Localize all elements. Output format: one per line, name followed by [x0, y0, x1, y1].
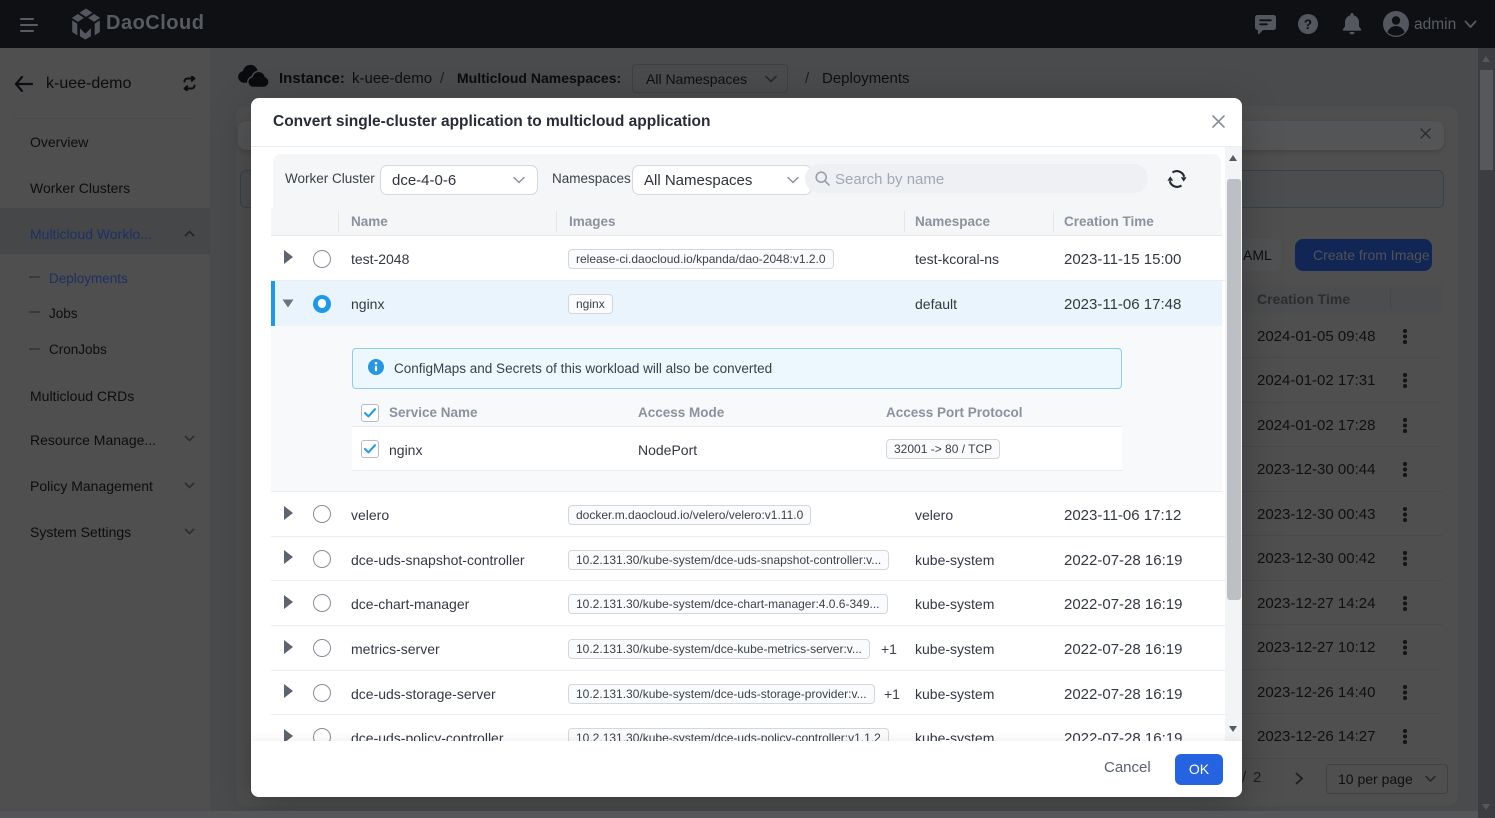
svg-text:?: ?	[1304, 17, 1312, 32]
